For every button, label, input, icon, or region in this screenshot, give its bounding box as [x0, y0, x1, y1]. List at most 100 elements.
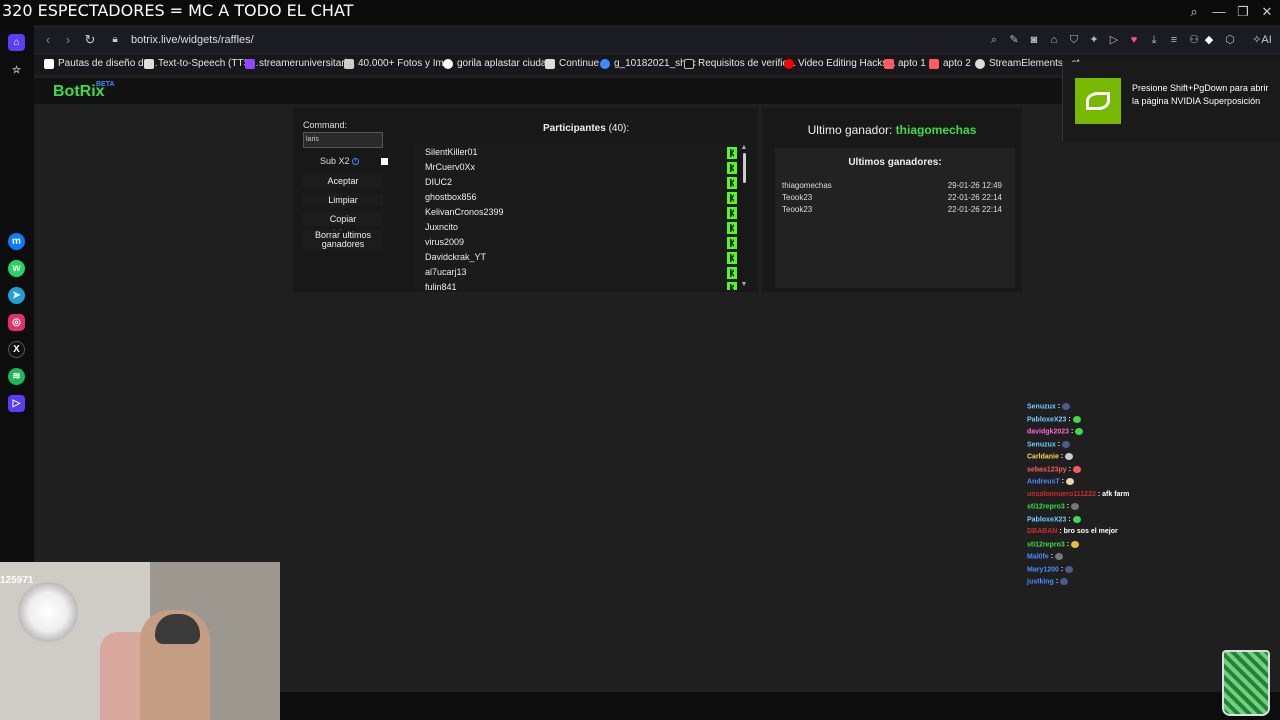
- webcam-feed: 125971: [0, 562, 280, 720]
- chat-username[interactable]: PabloxeX23: [1027, 516, 1066, 523]
- nvidia-notification[interactable]: Presione Shift+PgDown para abrir la pági…: [1062, 62, 1280, 142]
- chat-text: : bro sos el mejor: [1059, 528, 1118, 535]
- accept-button[interactable]: Aceptar: [303, 174, 383, 188]
- back-icon[interactable]: ‹: [39, 31, 57, 49]
- player-icon[interactable]: ▷: [8, 395, 25, 412]
- bookmark-item[interactable]: Video Editing Hacks...: [784, 58, 896, 69]
- play-icon[interactable]: ▷: [1107, 33, 1121, 47]
- puzzle-icon[interactable]: ✦: [1087, 33, 1101, 47]
- participants-label: Participantes: [543, 123, 606, 134]
- bookmark-item[interactable]: gorila aplastar ciuda...: [443, 58, 555, 69]
- chat-message: AndreusT:: [1027, 478, 1075, 485]
- emote-icon: [1075, 428, 1084, 435]
- bookmark-item[interactable]: Pautas de diseño de...: [44, 58, 158, 69]
- bookmark-item[interactable]: Continue: [545, 58, 599, 69]
- spotify-icon[interactable]: ≋: [8, 368, 25, 385]
- heart-icon[interactable]: ♥: [1127, 33, 1141, 47]
- whatsapp-icon[interactable]: w: [8, 260, 25, 277]
- kick-icon: [727, 177, 737, 189]
- sub-x2-checkbox[interactable]: [381, 158, 388, 165]
- chat-username[interactable]: PabloxeX23: [1027, 416, 1066, 423]
- bookmark-item[interactable]: g_10182021_shcc: [600, 58, 696, 69]
- command-input[interactable]: laris: [303, 132, 383, 148]
- bookmark-item[interactable]: apto 1: [884, 58, 926, 69]
- bookmark-item[interactable]: apto 2: [929, 58, 971, 69]
- scrollbar-thumb[interactable]: [743, 153, 746, 183]
- cube-icon[interactable]: ⬡: [1223, 33, 1237, 47]
- list-item: KelivanCronos2399: [425, 207, 737, 222]
- chat-message: sebas123py:: [1027, 465, 1082, 473]
- diamond-icon[interactable]: ◆: [1202, 33, 1216, 47]
- shield-icon[interactable]: ⛉: [1067, 33, 1081, 47]
- edit-icon[interactable]: ✎: [1007, 33, 1021, 47]
- chat-message: Carldanie:: [1027, 453, 1074, 460]
- close-button[interactable]: ✕: [1256, 4, 1278, 20]
- chat-username[interactable]: Senuzux: [1027, 403, 1056, 410]
- minimize-button[interactable]: —: [1208, 4, 1230, 19]
- chat-message: sti12repro3:: [1027, 540, 1080, 548]
- chat-username[interactable]: unsalonnuero111222: [1027, 491, 1096, 498]
- chat-username[interactable]: Mal0fe: [1027, 553, 1049, 560]
- chat-username[interactable]: sti12repro3: [1027, 503, 1065, 510]
- chat-username[interactable]: AndreusT: [1027, 478, 1060, 485]
- chat-text: :: [1066, 540, 1070, 548]
- emote-icon: [1071, 540, 1080, 548]
- chat-username[interactable]: sebas123py: [1027, 466, 1067, 473]
- bookmark-icon: [929, 58, 939, 69]
- scroll-up-icon[interactable]: ▲: [740, 144, 748, 151]
- chat-username[interactable]: davidgk2023: [1027, 428, 1069, 435]
- camera-icon[interactable]: ◙: [1027, 33, 1041, 47]
- ai-button[interactable]: ✧AI: [1247, 33, 1277, 47]
- chat-message: sti12repro3:: [1027, 503, 1080, 510]
- bookmark-item[interactable]: Text-to-Speech (TTS...: [144, 58, 259, 69]
- participant-name: ghostbox856: [425, 192, 477, 202]
- scroll-down-icon[interactable]: ▼: [740, 281, 748, 288]
- x-icon[interactable]: X: [8, 341, 25, 358]
- emote-icon: [1062, 440, 1071, 448]
- bookmark-item[interactable]: streameruniversitari...: [245, 58, 355, 69]
- chat-username[interactable]: justking: [1027, 578, 1054, 585]
- chat-username[interactable]: sti12repro3: [1027, 541, 1065, 548]
- forward-icon[interactable]: ›: [59, 31, 77, 49]
- kick-icon: [727, 237, 737, 249]
- bookmark-icon: [975, 58, 985, 69]
- bookmark-item[interactable]: 40.000+ Fotos y Im...: [344, 58, 452, 69]
- kick-icon: [727, 222, 737, 234]
- bookmark-label: gorila aplastar ciuda...: [457, 58, 555, 69]
- messenger-icon[interactable]: m: [8, 233, 25, 250]
- home-icon[interactable]: ⌂: [8, 34, 25, 51]
- bookmark-label: Requisitos de verific...: [698, 58, 796, 69]
- menu-icon[interactable]: ≡: [1167, 33, 1181, 47]
- clear-button[interactable]: Limpiar: [303, 193, 383, 207]
- chat-message: justking:: [1027, 578, 1069, 585]
- participant-name: KelivanCronos2399: [425, 207, 504, 217]
- download-icon[interactable]: ⤓: [1147, 33, 1161, 47]
- copy-participants-button[interactable]: Copiar participantes: [303, 212, 383, 238]
- info-icon[interactable]: i: [352, 158, 359, 165]
- chat-overlay: Senuzux: PabloxeX23: davidgk2023: Senuzux: C…: [1027, 390, 1277, 590]
- reload-icon[interactable]: ↻: [81, 31, 99, 49]
- chat-username[interactable]: DBABAN: [1027, 528, 1057, 535]
- participant-name: al7ucarj13: [425, 267, 467, 277]
- star-icon[interactable]: ☆: [8, 62, 25, 79]
- delete-winners-button[interactable]: Borrar ultimos ganadores: [303, 230, 383, 250]
- kick-icon: [727, 267, 737, 279]
- last-winner-heading: Ultimo ganador: thiagomechas: [768, 123, 1016, 137]
- chat-username[interactable]: Senuzux: [1027, 441, 1056, 448]
- instagram-icon[interactable]: ◎: [8, 314, 25, 331]
- restore-button[interactable]: ❐: [1232, 4, 1254, 20]
- title-bar: 320 ESPECTADORES = MC A TODO EL CHAT ⌕ —…: [0, 0, 1280, 25]
- profile-icon[interactable]: ⚇: [1187, 33, 1201, 47]
- chat-username[interactable]: Carldanie: [1027, 453, 1059, 460]
- participants-list[interactable]: SilentKiller01 MrCuerv0Xx DIUC2 ghostbox…: [415, 144, 737, 290]
- zoom-icon[interactable]: ⌕: [987, 33, 1001, 47]
- telegram-icon[interactable]: ➤: [8, 287, 25, 304]
- chat-username[interactable]: Mary1200: [1027, 566, 1059, 573]
- extension-icon[interactable]: ⌂: [1047, 33, 1061, 47]
- participants-title: Participantes (40):: [543, 123, 629, 134]
- chat-text: :: [1071, 428, 1074, 436]
- bookmark-item[interactable]: Requisitos de verific...: [684, 58, 796, 69]
- url-field[interactable]: botrix.live/widgets/raffles/: [131, 34, 254, 46]
- search-icon[interactable]: ⌕: [1183, 4, 1205, 20]
- winner-row: thiagomechas 29-01-26 12:49: [782, 181, 1002, 193]
